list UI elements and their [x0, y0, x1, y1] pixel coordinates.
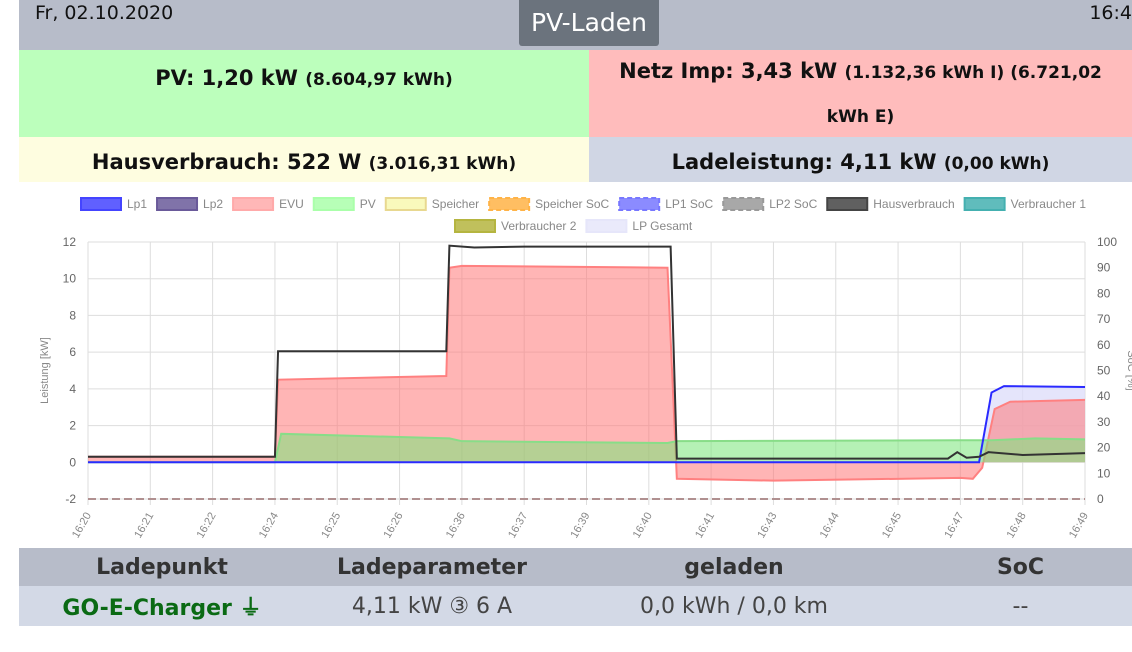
legend-swatch: [232, 197, 275, 211]
y2-tick-label: 10: [1097, 466, 1111, 480]
y-tick-label: 4: [69, 382, 76, 396]
y-tick-label: 2: [69, 419, 76, 433]
y2-tick-label: 70: [1097, 312, 1111, 326]
y2-tick-label: 30: [1097, 415, 1111, 429]
header-bar: Fr, 02.10.2020 PV-Laden 16:4: [19, 0, 1132, 50]
x-tick-label: 16:21: [132, 511, 156, 541]
charge-params: 4,11 kW ③ 6 A: [351, 593, 513, 619]
x-tick-label: 16:41: [693, 511, 717, 541]
x-tick-label: 16:43: [755, 511, 779, 541]
x-tick-label: 16:26: [381, 511, 405, 541]
y2-tick-label: 40: [1097, 389, 1111, 403]
y2-tick-label: 90: [1097, 261, 1111, 275]
pv-power: PV: 1,20 kW: [155, 66, 298, 90]
x-tick-label: 16:37: [506, 511, 530, 541]
legend-label: LP Gesamt: [632, 219, 692, 233]
legend-swatch: [488, 197, 531, 211]
y2-tick-label: 80: [1097, 286, 1111, 300]
y2-tick-label: 50: [1097, 364, 1111, 378]
x-tick-label: 16:20: [70, 511, 94, 541]
charged-amount: 0,0 kWh / 0,0 km: [640, 593, 828, 619]
legend-swatch: [585, 219, 628, 233]
legend-label: EVU: [279, 197, 304, 211]
x-tick-label: 16:40: [631, 511, 655, 541]
legend-swatch: [963, 197, 1006, 211]
grid-export: kWh E): [826, 107, 895, 127]
legend-swatch: [454, 219, 496, 233]
grid-import: (1.132,36 kWh I) (6.721,02: [844, 63, 1102, 83]
charge-mode-button[interactable]: PV-Laden: [519, 0, 659, 46]
x-tick-label: 16:25: [319, 511, 343, 541]
legend-swatch: [722, 197, 765, 211]
house-power: Hausverbrauch: 522 W: [91, 150, 362, 174]
x-tick-label: 16:22: [195, 511, 219, 541]
chargepoint-table: Ladepunkt Ladeparameter geladen SoC GO-E…: [19, 548, 1132, 626]
x-tick-label: 16:47: [942, 511, 966, 541]
header-time: 16:4: [1089, 2, 1132, 24]
charging-energy: (0,00 kWh): [943, 154, 1050, 174]
table-row[interactable]: GO-E-Charger ⏚ 4,11 kW ③ 6 A 0,0 kWh / 0…: [19, 586, 1132, 626]
x-tick-label: 16:39: [568, 511, 592, 541]
col-ladeparameter: Ladeparameter: [337, 554, 527, 580]
y2-axis-label: SoC [%]: [1125, 350, 1132, 390]
chargepoint-name[interactable]: GO-E-Charger ⏚: [19, 590, 305, 622]
legend-swatch: [826, 197, 869, 211]
y-axis-label: Leistung [kW]: [39, 337, 51, 404]
y-tick-label: 6: [69, 345, 76, 359]
chargepoint-link[interactable]: GO-E-Charger: [62, 596, 231, 621]
y-tick-label: 0: [69, 455, 76, 469]
legend-label: LP1 SoC: [665, 197, 713, 211]
col-geladen: geladen: [684, 554, 784, 580]
x-tick-label: 16:45: [880, 511, 904, 541]
y2-tick-label: 60: [1097, 338, 1111, 352]
x-tick-label: 16:48: [1005, 511, 1029, 541]
power-chart: Lp1 Lp2 EVU PV Speicher Speicher SoC LP1 SoC LP…: [39, 197, 1132, 541]
col-soc: SoC: [996, 554, 1045, 580]
legend-swatch: [312, 197, 355, 211]
plug-icon: ⏚: [239, 596, 262, 621]
legend-label: Lp1: [127, 197, 147, 211]
legend-label: PV: [360, 197, 376, 211]
x-tick-label: 16:36: [444, 511, 468, 541]
charging-summary: Ladeleistung: 4,11 kW (0,00 kWh): [589, 137, 1132, 182]
legend-label: Verbraucher 1: [1011, 197, 1087, 211]
legend-label: Verbraucher 2: [501, 219, 577, 233]
grid-summary: Netz Imp: 3,43 kW (1.132,36 kWh I) (6.72…: [589, 50, 1132, 137]
legend-label: LP2 SoC: [769, 197, 817, 211]
legend-label: Hausverbrauch: [873, 197, 954, 211]
legend-label: Speicher SoC: [535, 197, 609, 211]
legend-swatch: [156, 197, 199, 211]
house-energy: (3.016,31 kWh): [368, 154, 517, 174]
y2-tick-label: 0: [1097, 492, 1104, 506]
charging-power: Ladeleistung: 4,11 kW: [671, 150, 937, 174]
x-tick-label: 16:49: [1067, 511, 1091, 541]
x-tick-label: 16:24: [257, 511, 281, 541]
grid-power: Netz Imp: 3,43 kW: [619, 59, 838, 83]
y2-tick-label: 20: [1097, 441, 1111, 455]
y2-tick-label: 100: [1097, 235, 1117, 249]
legend-swatch: [618, 197, 661, 211]
x-tick-label: 16:44: [818, 511, 842, 541]
y-tick-label: -2: [65, 492, 76, 506]
house-summary: Hausverbrauch: 522 W (3.016,31 kWh): [19, 137, 589, 182]
y-tick-label: 8: [69, 308, 76, 322]
table-header: Ladepunkt Ladeparameter geladen SoC: [19, 548, 1132, 586]
legend-swatch: [384, 197, 427, 211]
y-tick-label: 10: [63, 272, 77, 286]
col-ladepunkt: Ladepunkt: [96, 554, 228, 580]
y-tick-label: 12: [63, 235, 77, 249]
legend-label: Speicher: [432, 197, 479, 211]
pv-energy: (8.604,97 kWh): [305, 70, 453, 90]
soc-value: --: [1012, 593, 1029, 619]
legend-swatch: [80, 197, 122, 211]
pv-summary: PV: 1,20 kW (8.604,97 kWh): [19, 50, 589, 137]
header-date: Fr, 02.10.2020: [35, 2, 174, 24]
legend-label: Lp2: [203, 197, 223, 211]
